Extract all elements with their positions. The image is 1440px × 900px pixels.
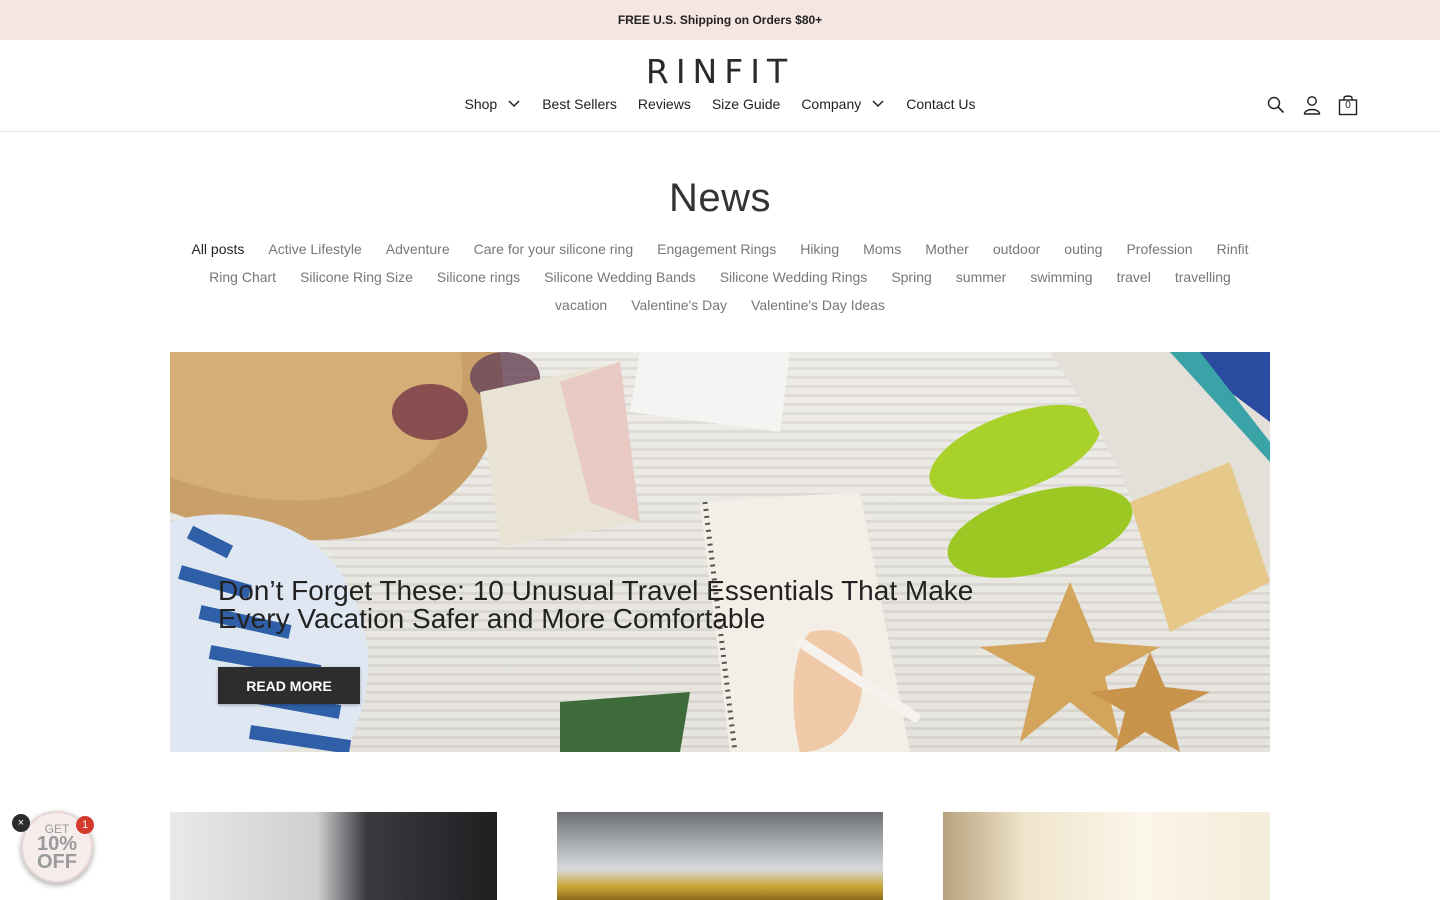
featured-post[interactable]: Don’t Forget These: 10 Unusual Travel Es… (170, 352, 1270, 752)
tag-filter-item[interactable]: Silicone Wedding Bands (544, 267, 696, 287)
close-icon[interactable]: × (12, 814, 30, 832)
tag-filter-item[interactable]: All posts (191, 239, 244, 259)
tag-filter-item[interactable]: travelling (1175, 267, 1231, 287)
tag-filter-item[interactable]: Mother (925, 239, 969, 259)
user-icon (1303, 96, 1321, 115)
cart-count: 0 (1345, 100, 1351, 111)
post-card-image[interactable] (943, 812, 1270, 900)
nav-label: Company (801, 96, 862, 112)
tag-filter-item[interactable]: Moms (863, 239, 901, 259)
page-title: News (668, 176, 772, 220)
search-button[interactable] (1266, 94, 1286, 116)
read-more-button[interactable]: READ MORE (218, 667, 360, 704)
promo-line: OFF (37, 851, 77, 873)
nav-label: Size Guide (711, 96, 781, 112)
post-card-image[interactable] (170, 812, 497, 900)
tag-filter-item[interactable]: Active Lifestyle (268, 239, 361, 259)
tag-filter-item[interactable]: Valentine's Day (631, 295, 727, 315)
nav-item-size-guide[interactable]: Size Guide (712, 96, 780, 112)
announcement-bar: FREE U.S. Shipping on Orders $80+ (0, 0, 1440, 40)
notification-badge: 1 (76, 816, 94, 834)
brand-logo[interactable]: RINFIT (0, 52, 1440, 91)
post-card-image[interactable] (557, 812, 883, 900)
chevron-down-icon (872, 100, 884, 108)
tag-filter-item[interactable]: Adventure (386, 239, 450, 259)
search-icon (1267, 96, 1285, 114)
tag-filter-list: All posts Active Lifestyle Adventure Care f… (185, 239, 1255, 315)
nav-label: Contact Us (906, 96, 976, 112)
tag-filter-item[interactable]: vacation (555, 295, 607, 315)
nav-label: Reviews (637, 96, 691, 112)
featured-post-title[interactable]: Don’t Forget These: 10 Unusual Travel Es… (218, 577, 1038, 633)
tag-filter-item[interactable]: outing (1064, 239, 1102, 259)
nav-item-shop[interactable]: Shop (465, 96, 522, 112)
nav-label: Best Sellers (542, 96, 617, 112)
tag-filter-item[interactable]: swimming (1030, 267, 1092, 287)
tag-filter-item[interactable]: Silicone rings (437, 267, 520, 287)
nav-item-contact-us[interactable]: Contact Us (906, 96, 975, 112)
main-nav: Shop Best Sellers Reviews Size Guide Com… (0, 96, 1440, 112)
nav-label: Shop (464, 96, 498, 112)
tag-filter-item[interactable]: Valentine's Day Ideas (751, 295, 885, 315)
tag-filter-item[interactable]: Silicone Ring Size (300, 267, 413, 287)
tag-filter-item[interactable]: travel (1117, 267, 1151, 287)
tag-filter-item[interactable]: Ring Chart (209, 267, 276, 287)
cart-button[interactable]: 0 (1338, 94, 1358, 116)
nav-item-reviews[interactable]: Reviews (638, 96, 691, 112)
announcement-text: FREE U.S. Shipping on Orders $80+ (617, 13, 823, 27)
tag-filter-item[interactable]: summer (956, 267, 1007, 287)
tag-filter-item[interactable]: Engagement Rings (657, 239, 776, 259)
tag-filter-item[interactable]: Profession (1126, 239, 1192, 259)
tag-filter-item[interactable]: outdoor (993, 239, 1040, 259)
header-icons: 0 (1266, 94, 1358, 116)
site-header: RINFIT Shop Best Sellers Reviews Size Gu… (0, 40, 1440, 132)
tag-filter-item[interactable]: Spring (891, 267, 931, 287)
tag-filter-item[interactable]: Care for your silicone ring (474, 239, 634, 259)
nav-item-company[interactable]: Company (801, 96, 885, 112)
nav-item-best-sellers[interactable]: Best Sellers (542, 96, 617, 112)
tag-filter-item[interactable]: Silicone Wedding Rings (720, 267, 868, 287)
account-button[interactable] (1302, 94, 1322, 116)
tag-filter-item[interactable]: Rinfit (1217, 239, 1249, 259)
chevron-down-icon (508, 100, 520, 108)
tag-filter-item[interactable]: Hiking (800, 239, 839, 259)
